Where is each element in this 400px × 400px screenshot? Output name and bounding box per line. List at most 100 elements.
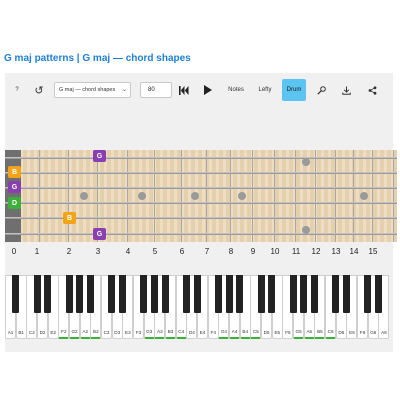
piano-black-key[interactable] [257, 275, 265, 313]
fret-wire [181, 150, 182, 242]
skip-back-button[interactable] [175, 79, 193, 101]
key-label: G2 [71, 329, 78, 334]
share-icon [368, 85, 376, 95]
piano-black-key[interactable] [140, 275, 148, 313]
key-label: F4 [210, 330, 216, 335]
page-title: G maj patterns | G maj — chord shapes [4, 53, 191, 64]
play-icon [204, 85, 212, 95]
piano-black-key[interactable] [374, 275, 382, 313]
key-label: A1 [7, 330, 14, 335]
drum-button[interactable]: Drum [282, 79, 306, 101]
fret-number: 15 [368, 247, 378, 256]
key-label: E5 [274, 330, 281, 335]
key-label: E6 [349, 330, 355, 335]
inlay-dot [79, 192, 88, 200]
key-label: C6 [327, 329, 334, 334]
fret-wire [295, 150, 296, 242]
key-label: C3 [103, 330, 110, 335]
key-label: B2 [93, 329, 99, 334]
fret-wire [335, 150, 336, 242]
help-label: ? [15, 87, 19, 93]
inlay-dot [137, 192, 146, 200]
fret-number: 11 [291, 247, 301, 256]
note-marker[interactable]: D [8, 197, 21, 209]
key-label: G3 [146, 329, 153, 334]
piano-black-key[interactable] [118, 275, 126, 313]
fret-wire [372, 150, 373, 242]
piano-black-key[interactable] [108, 275, 116, 313]
fret-wire [39, 150, 40, 242]
piano-black-key[interactable] [236, 275, 244, 313]
fret-number: 9 [250, 247, 256, 256]
note-label: B [66, 214, 73, 222]
piano-black-key[interactable] [342, 275, 350, 313]
key-label: G5 [295, 329, 302, 334]
piano-black-key[interactable] [65, 275, 73, 313]
download-icon [341, 86, 351, 95]
key-label: G4 [220, 329, 227, 334]
inlay-dot [302, 158, 310, 166]
play-button[interactable] [199, 79, 217, 101]
inlay-dot [190, 192, 199, 200]
piano-black-key[interactable] [182, 275, 190, 313]
piano-black-key[interactable] [214, 275, 222, 313]
inlay-dot [359, 192, 368, 200]
key-label: B5 [317, 329, 323, 334]
piano-black-key[interactable] [193, 275, 201, 313]
piano-black-key[interactable] [268, 275, 276, 313]
key-label: C5 [252, 329, 259, 334]
note-marker[interactable]: G [93, 228, 106, 240]
key-label: F3 [135, 330, 142, 335]
note-marker[interactable]: G [8, 181, 21, 193]
fret-number: 10 [270, 247, 280, 256]
help-button[interactable]: ? [10, 79, 24, 101]
note-marker[interactable]: B [8, 166, 21, 178]
skip-back-icon [179, 85, 189, 95]
share-button[interactable] [364, 79, 380, 101]
nut [5, 150, 21, 242]
download-button[interactable] [338, 79, 354, 101]
tempo-input[interactable]: 80 [140, 82, 172, 98]
lefty-label: Lefty [258, 87, 272, 93]
tuner-button[interactable] [313, 79, 329, 101]
key-label: C2 [28, 330, 35, 335]
pattern-select[interactable]: G maj — chord shapes ⌄ [54, 82, 131, 98]
piano-black-key[interactable] [332, 275, 340, 313]
note-marker[interactable]: G [93, 150, 106, 162]
piano-black-key[interactable] [86, 275, 94, 313]
key-label: D2 [39, 330, 46, 335]
piano-black-key[interactable] [225, 275, 233, 313]
lefty-button[interactable]: Lefty [254, 79, 276, 101]
notes-button[interactable]: Notes [223, 79, 249, 101]
piano-black-key[interactable] [310, 275, 318, 313]
piano-keyboard: A1 B1 C2 D2 E2 F2 G2 A2 B2 C3 D3 E3 F3 G3 A3 B3 C4 D4 E4 F4… [5, 275, 390, 339]
key-label: A2 [82, 329, 88, 334]
piano-black-key[interactable] [44, 275, 52, 313]
piano-black-key[interactable] [150, 275, 158, 313]
piano-black-key[interactable] [33, 275, 41, 313]
fret-wire [274, 150, 275, 242]
undo-button[interactable]: ↺ [30, 79, 48, 101]
key-label: G6 [370, 330, 377, 335]
piano-black-key[interactable] [300, 275, 308, 313]
drum-label: Drum [286, 87, 302, 93]
inlay-dot [238, 192, 246, 200]
note-marker[interactable]: B [63, 212, 76, 224]
piano-black-key[interactable] [76, 275, 84, 313]
note-label: G [96, 152, 103, 160]
piano-black-key[interactable] [289, 275, 297, 313]
piano-black-key[interactable] [161, 275, 169, 313]
key-label: A5 [306, 329, 313, 334]
fret-number: 13 [331, 247, 341, 256]
pattern-select-value: G maj — chord shapes [59, 87, 116, 93]
key-label: D4 [188, 330, 195, 335]
key-label: A4 [231, 329, 238, 334]
fret-number: 8 [228, 247, 234, 256]
fret-number: 4 [125, 247, 131, 256]
note-label: D [11, 199, 18, 207]
fret-number: 1 [34, 247, 40, 256]
fret-number: 14 [349, 247, 359, 256]
piano-black-key[interactable] [12, 275, 20, 313]
fret-wire [393, 150, 394, 242]
piano-black-key[interactable] [364, 275, 372, 313]
